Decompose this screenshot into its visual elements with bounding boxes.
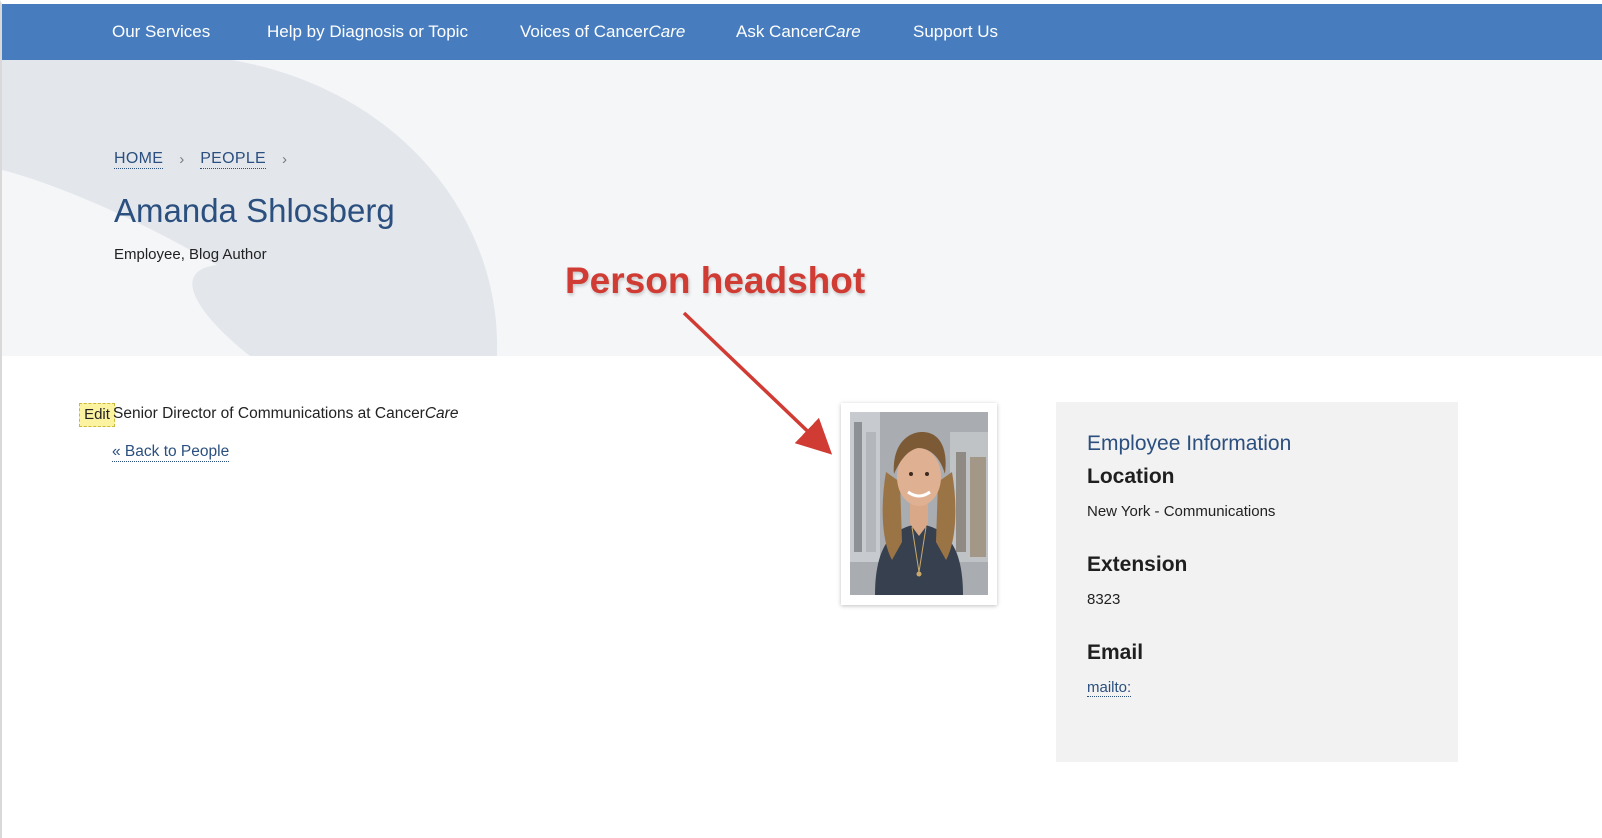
nav-ask-cancercare[interactable]: Ask CancerCare — [736, 4, 861, 60]
employee-info-heading: Employee Information — [1087, 432, 1292, 455]
nav-item-label: Voices of Cancer — [520, 22, 649, 41]
email-label: Email — [1087, 641, 1144, 664]
job-title-brand-suffix: Care — [424, 405, 459, 422]
nav-support-us[interactable]: Support Us — [913, 4, 998, 60]
nav-item-label: Ask Cancer — [736, 22, 824, 41]
extension-label: Extension — [1087, 553, 1188, 576]
page-title: Amanda Shlosberg — [114, 192, 395, 229]
breadcrumb: HOME › PEOPLE › — [114, 150, 303, 169]
nav-item-label: Our Services — [112, 22, 211, 41]
location-value: New York - Communications — [1087, 503, 1276, 520]
nav-our-services[interactable]: Our Services — [112, 4, 210, 60]
breadcrumb-home-link[interactable]: HOME — [114, 150, 164, 169]
location-label: Location — [1087, 465, 1175, 488]
nav-help-by-diagnosis[interactable]: Help by Diagnosis or Topic — [267, 4, 468, 60]
nav-item-label: Help by Diagnosis or Topic — [267, 22, 468, 41]
job-title: Senior Director of Communications at Can… — [113, 405, 458, 423]
person-headshot-photo — [850, 412, 988, 595]
person-roles: Employee, Blog Author — [114, 246, 267, 263]
back-to-people-link[interactable]: « Back to People — [112, 443, 230, 462]
headshot-frame — [841, 403, 997, 605]
employee-info-panel: Employee Information Location New York -… — [1056, 402, 1458, 762]
top-navigation: Our Services Help by Diagnosis or Topic … — [2, 4, 1602, 60]
chevron-right-icon: › — [282, 151, 288, 168]
edit-button[interactable]: Edit — [79, 403, 115, 427]
nav-item-brand-suffix: Care — [823, 22, 861, 41]
email-link[interactable]: mailto: — [1087, 679, 1132, 697]
hero-banner: HOME › PEOPLE › Amanda Shlosberg Employe… — [2, 60, 1602, 356]
breadcrumb-people-link[interactable]: PEOPLE — [200, 150, 267, 169]
nav-voices-of-cancercare[interactable]: Voices of CancerCare — [520, 4, 685, 60]
chevron-right-icon: › — [179, 151, 185, 168]
nav-item-label: Support Us — [913, 22, 999, 41]
nav-item-brand-suffix: Care — [648, 22, 686, 41]
annotation-label: Person headshot — [565, 260, 866, 301]
extension-value: 8323 — [1087, 591, 1121, 608]
job-title-text: Senior Director of Communications at Can… — [113, 405, 425, 422]
